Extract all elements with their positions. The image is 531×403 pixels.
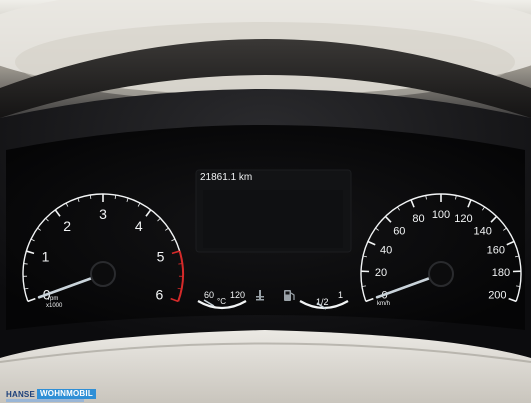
speed-label-20: 20 bbox=[375, 267, 387, 279]
watermark-brand-part2: WOHNMOBIL bbox=[37, 389, 96, 399]
speed-label-180: 180 bbox=[492, 267, 510, 279]
tach-label-3: 3 bbox=[99, 206, 107, 222]
tach-unit-rpm: rpm bbox=[48, 296, 58, 302]
speed-label-140: 140 bbox=[473, 226, 491, 238]
tach-minor-tick bbox=[178, 263, 183, 265]
fuel-half-label: 1/2 bbox=[316, 297, 329, 307]
coolant-high-label: 120 bbox=[230, 290, 245, 300]
tach-label-2: 2 bbox=[63, 218, 71, 234]
speed-unit-kmh: km/h bbox=[377, 301, 390, 307]
odometer-reading: 21861.1 km bbox=[200, 172, 252, 183]
speed-label-160: 160 bbox=[487, 244, 505, 256]
speed-label-80: 80 bbox=[412, 213, 424, 225]
speed-label-60: 60 bbox=[393, 226, 405, 238]
speed-hub bbox=[428, 261, 454, 287]
coolant-low-label: 60 bbox=[204, 290, 214, 300]
tach-label-1: 1 bbox=[42, 249, 50, 265]
speed-label-200: 200 bbox=[488, 289, 506, 301]
watermark-strip bbox=[6, 399, 84, 402]
tach-hub bbox=[90, 261, 116, 287]
tach-label-6: 6 bbox=[155, 286, 163, 302]
speed-label-120: 120 bbox=[454, 213, 472, 225]
tach-minor-tick bbox=[23, 263, 28, 265]
watermark-logo: HANSE WOHNMOBIL bbox=[6, 389, 96, 399]
watermark-brand-part1: HANSE bbox=[6, 389, 36, 399]
instrument-cluster-photo: 0123456rpmx1000 020406080100120140160180… bbox=[0, 0, 531, 403]
tach-label-5: 5 bbox=[157, 249, 165, 265]
tach-label-4: 4 bbox=[135, 218, 143, 234]
fuel-full-label: 1 bbox=[338, 290, 343, 300]
display-screen bbox=[203, 190, 343, 248]
coolant-unit-label: °C bbox=[217, 297, 226, 306]
speed-label-100: 100 bbox=[432, 209, 450, 221]
speed-label-40: 40 bbox=[380, 244, 392, 256]
tach-unit-x1000: x1000 bbox=[46, 303, 63, 309]
